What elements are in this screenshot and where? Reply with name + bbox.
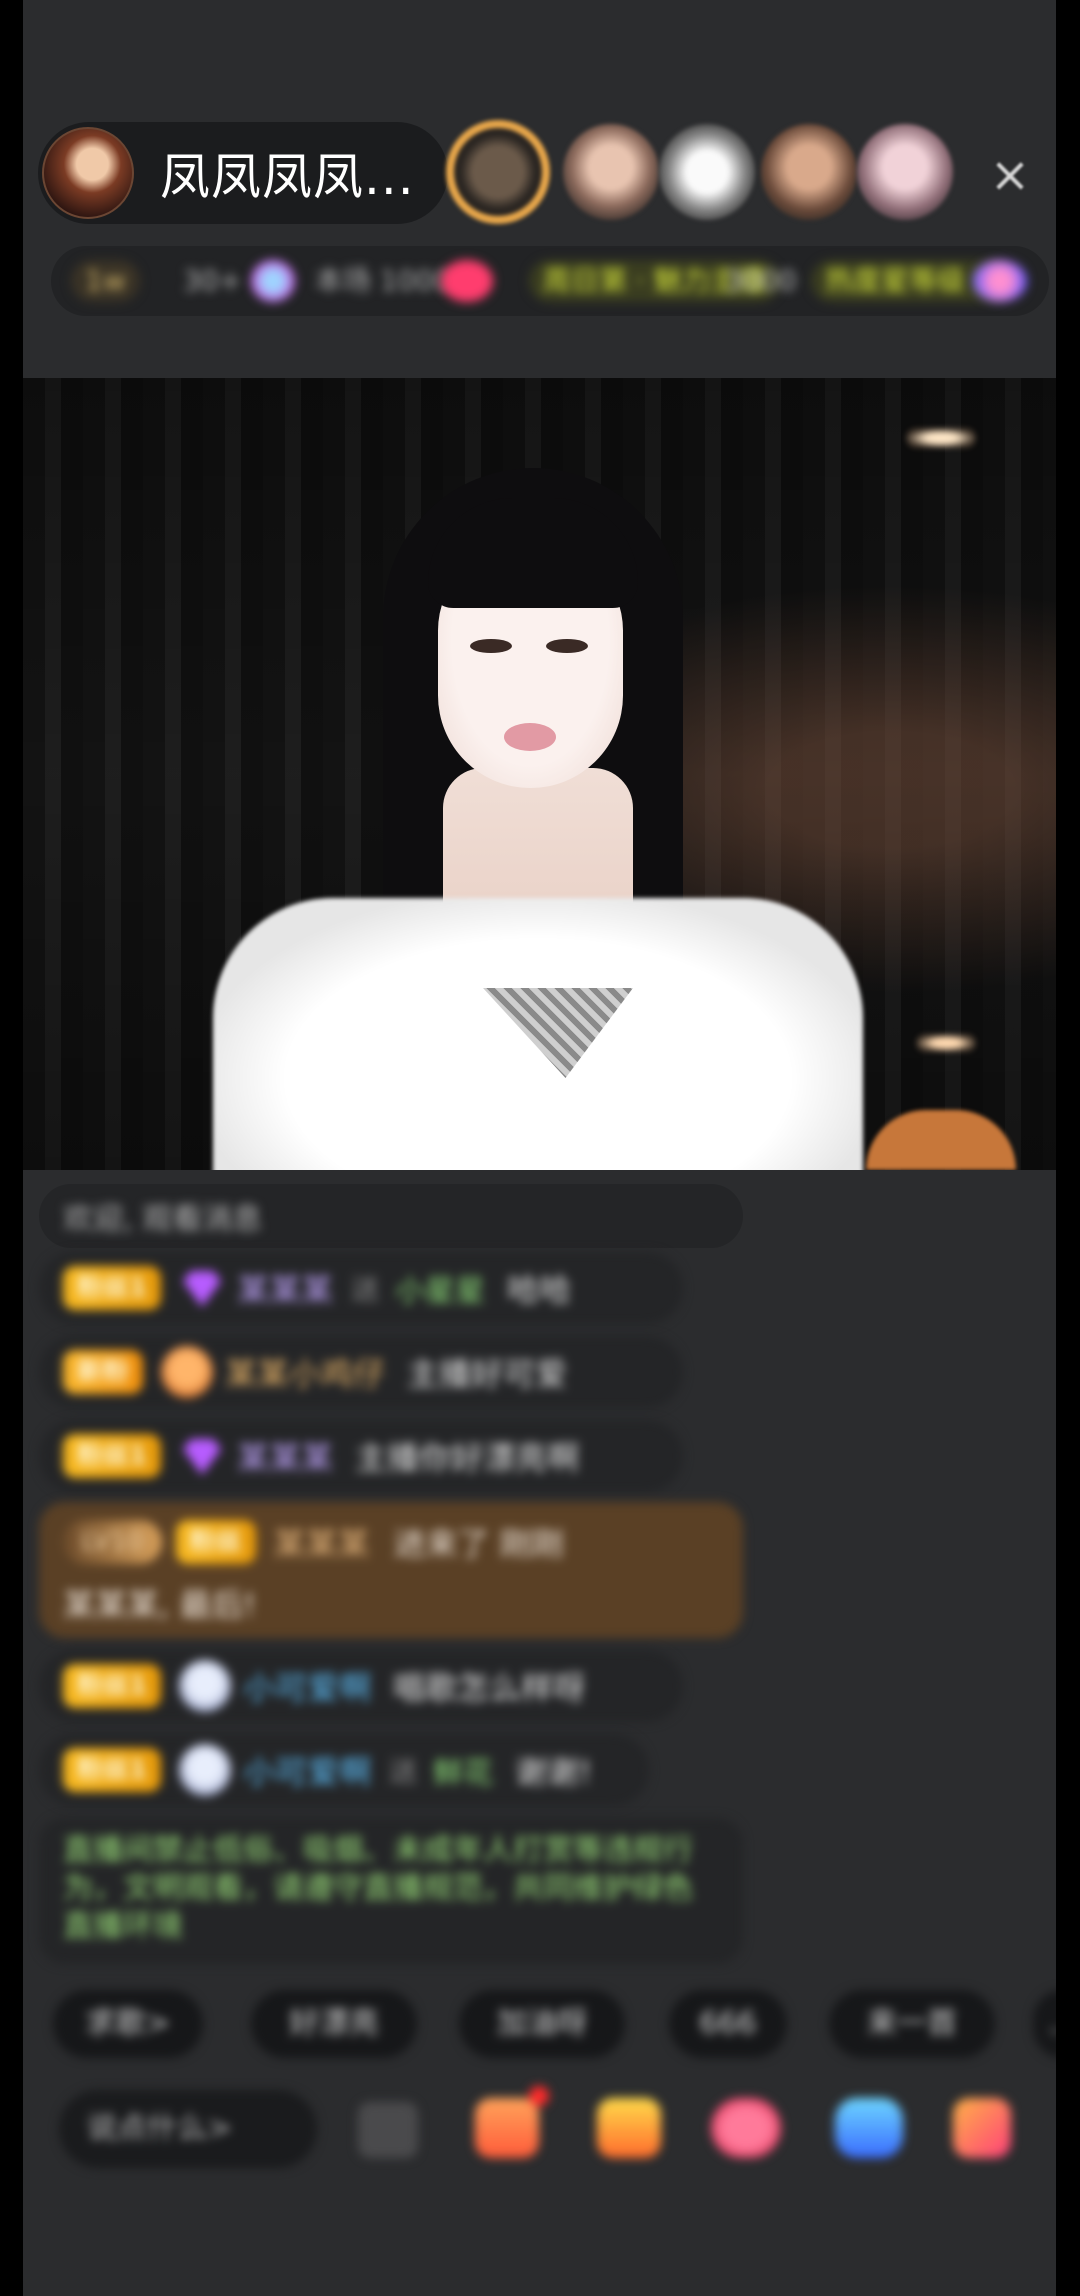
message-text: 哈哈: [507, 1271, 572, 1309]
quick-reply-chip[interactable]: 来一首: [829, 1990, 995, 2058]
fan-badge: 粉丝: [175, 1520, 256, 1564]
message-text: 主播你好漂亮啊: [355, 1439, 580, 1477]
score-tag[interactable]: 3000: [711, 260, 810, 302]
quick-reply-chip[interactable]: ...: [1033, 1990, 1056, 2058]
gift-box-icon[interactable]: [953, 2098, 1011, 2158]
fan-badge: 粉丝1: [63, 1434, 162, 1478]
top-viewer-avatar[interactable]: [659, 124, 755, 220]
lips-icon[interactable]: [711, 2098, 781, 2158]
level-badge: LV10: [63, 1520, 162, 1564]
diamond-icon: [179, 1265, 225, 1311]
live-info-bar: 1w 30+ 本场 1000 周日第 · 魅力主播 3000 热度星等级 >: [51, 246, 1049, 316]
platform-notice: 直播间禁止低俗、吸烟、未成年人打赏等违规行为，文明观看，请遵守直播规范，共同维护…: [39, 1818, 743, 1964]
system-message-text: 欢迎, 观看消息: [63, 1202, 263, 1237]
fan-badge: 粉丝1: [63, 1748, 162, 1792]
cat-avatar-icon: [179, 1744, 232, 1796]
chat-message[interactable]: 粉丝1 某某某 主播你好漂亮啊: [39, 1420, 683, 1492]
chat-message[interactable]: 新粉 某某小鸡仔 主播好可爱: [39, 1336, 683, 1408]
streamer-eye: [470, 639, 512, 653]
username[interactable]: 某某小鸡仔: [225, 1349, 385, 1395]
background-lamp: [916, 1034, 976, 1052]
gift-ranking-icon[interactable]: [973, 260, 1027, 302]
gift-separator: 送: [351, 1273, 380, 1306]
host-info-pill[interactable]: 凤凤凤凤...: [38, 122, 448, 224]
quick-reply-chip[interactable]: 求歌>: [53, 1990, 203, 2058]
username[interactable]: 某某某: [274, 1519, 370, 1565]
coin-count[interactable]: 1w: [71, 260, 140, 302]
quick-reply-chip[interactable]: 666: [669, 1990, 787, 2058]
gift-icon[interactable]: [597, 2098, 661, 2158]
fan-badge: 粉丝1: [63, 1664, 162, 1708]
shop-icon[interactable]: [475, 2086, 549, 2158]
host-avatar[interactable]: [42, 127, 134, 219]
username[interactable]: 某某某: [237, 1433, 333, 1479]
new-fan-badge: 新粉: [63, 1350, 144, 1394]
close-icon[interactable]: ×: [985, 150, 1035, 200]
message-text: 谢谢!: [515, 1753, 592, 1791]
gift-separator: 送: [389, 1755, 418, 1788]
chat-input[interactable]: 说点什么>: [59, 2090, 317, 2168]
quick-reply-chip[interactable]: 加油呀: [459, 1990, 625, 2058]
live-video[interactable]: [23, 378, 1056, 1170]
streamer-lips: [504, 723, 556, 751]
top-viewer-avatar[interactable]: [446, 120, 550, 224]
cat-avatar-icon: [179, 1660, 232, 1712]
username[interactable]: 某某某: [237, 1265, 333, 1311]
live-room: 凤凤凤凤... × 1w 30+ 本场 1000 周日第 · 魅力主播 3000…: [23, 0, 1056, 2296]
top-viewer-avatar[interactable]: [857, 124, 953, 220]
more-icon[interactable]: [358, 2102, 418, 2158]
message-text: 某某某, 最后!: [63, 1586, 257, 1624]
diamond-icon: [179, 1433, 225, 1479]
top-viewer-avatar[interactable]: [761, 124, 857, 220]
chat-message[interactable]: 粉丝1 某某某 送 小星星 哈哈: [39, 1252, 683, 1324]
host-name[interactable]: 凤凤凤凤...: [160, 137, 415, 209]
chicken-leg-icon: [161, 1346, 214, 1398]
message-text: 进来了 刚刚: [393, 1525, 564, 1563]
rank-label[interactable]: 30+: [169, 260, 256, 302]
chat-message[interactable]: 粉丝1 小可爱啊 送 鲜花 谢谢!: [39, 1734, 649, 1806]
fan-badge: 粉丝1: [63, 1266, 162, 1310]
follow-button[interactable]: [441, 260, 493, 302]
streamer-figure: [183, 468, 883, 1170]
username[interactable]: 小可爱啊: [243, 1663, 371, 1709]
fan-club-icon[interactable]: [251, 260, 295, 302]
heat-tag-label: 热度星等级: [825, 264, 966, 297]
system-message: 欢迎, 观看消息: [39, 1184, 743, 1248]
game-controller-icon[interactable]: [835, 2098, 903, 2158]
quick-reply-chip[interactable]: 好漂亮: [251, 1990, 417, 2058]
chat-message[interactable]: 粉丝1 小可爱啊 唱歌怎么样呀: [39, 1650, 683, 1722]
gift-name: 小星星: [395, 1274, 486, 1309]
gift-name: 鲜花: [433, 1756, 494, 1791]
notification-dot: [529, 2086, 549, 2106]
streamer-eye: [546, 639, 588, 653]
username[interactable]: 小可爱啊: [243, 1747, 371, 1793]
top-viewer-avatar[interactable]: [563, 124, 659, 220]
message-text: 唱歌怎么样呀: [393, 1669, 586, 1707]
message-text: 主播好可爱: [407, 1355, 568, 1393]
background-lamp: [906, 428, 976, 448]
quick-reply-bar: 求歌> 好漂亮 加油呀 666 来一首 ...: [23, 1990, 1056, 2060]
entrance-message[interactable]: LV10 粉丝 某某某 进来了 刚刚 某某某, 最后!: [39, 1502, 743, 1638]
